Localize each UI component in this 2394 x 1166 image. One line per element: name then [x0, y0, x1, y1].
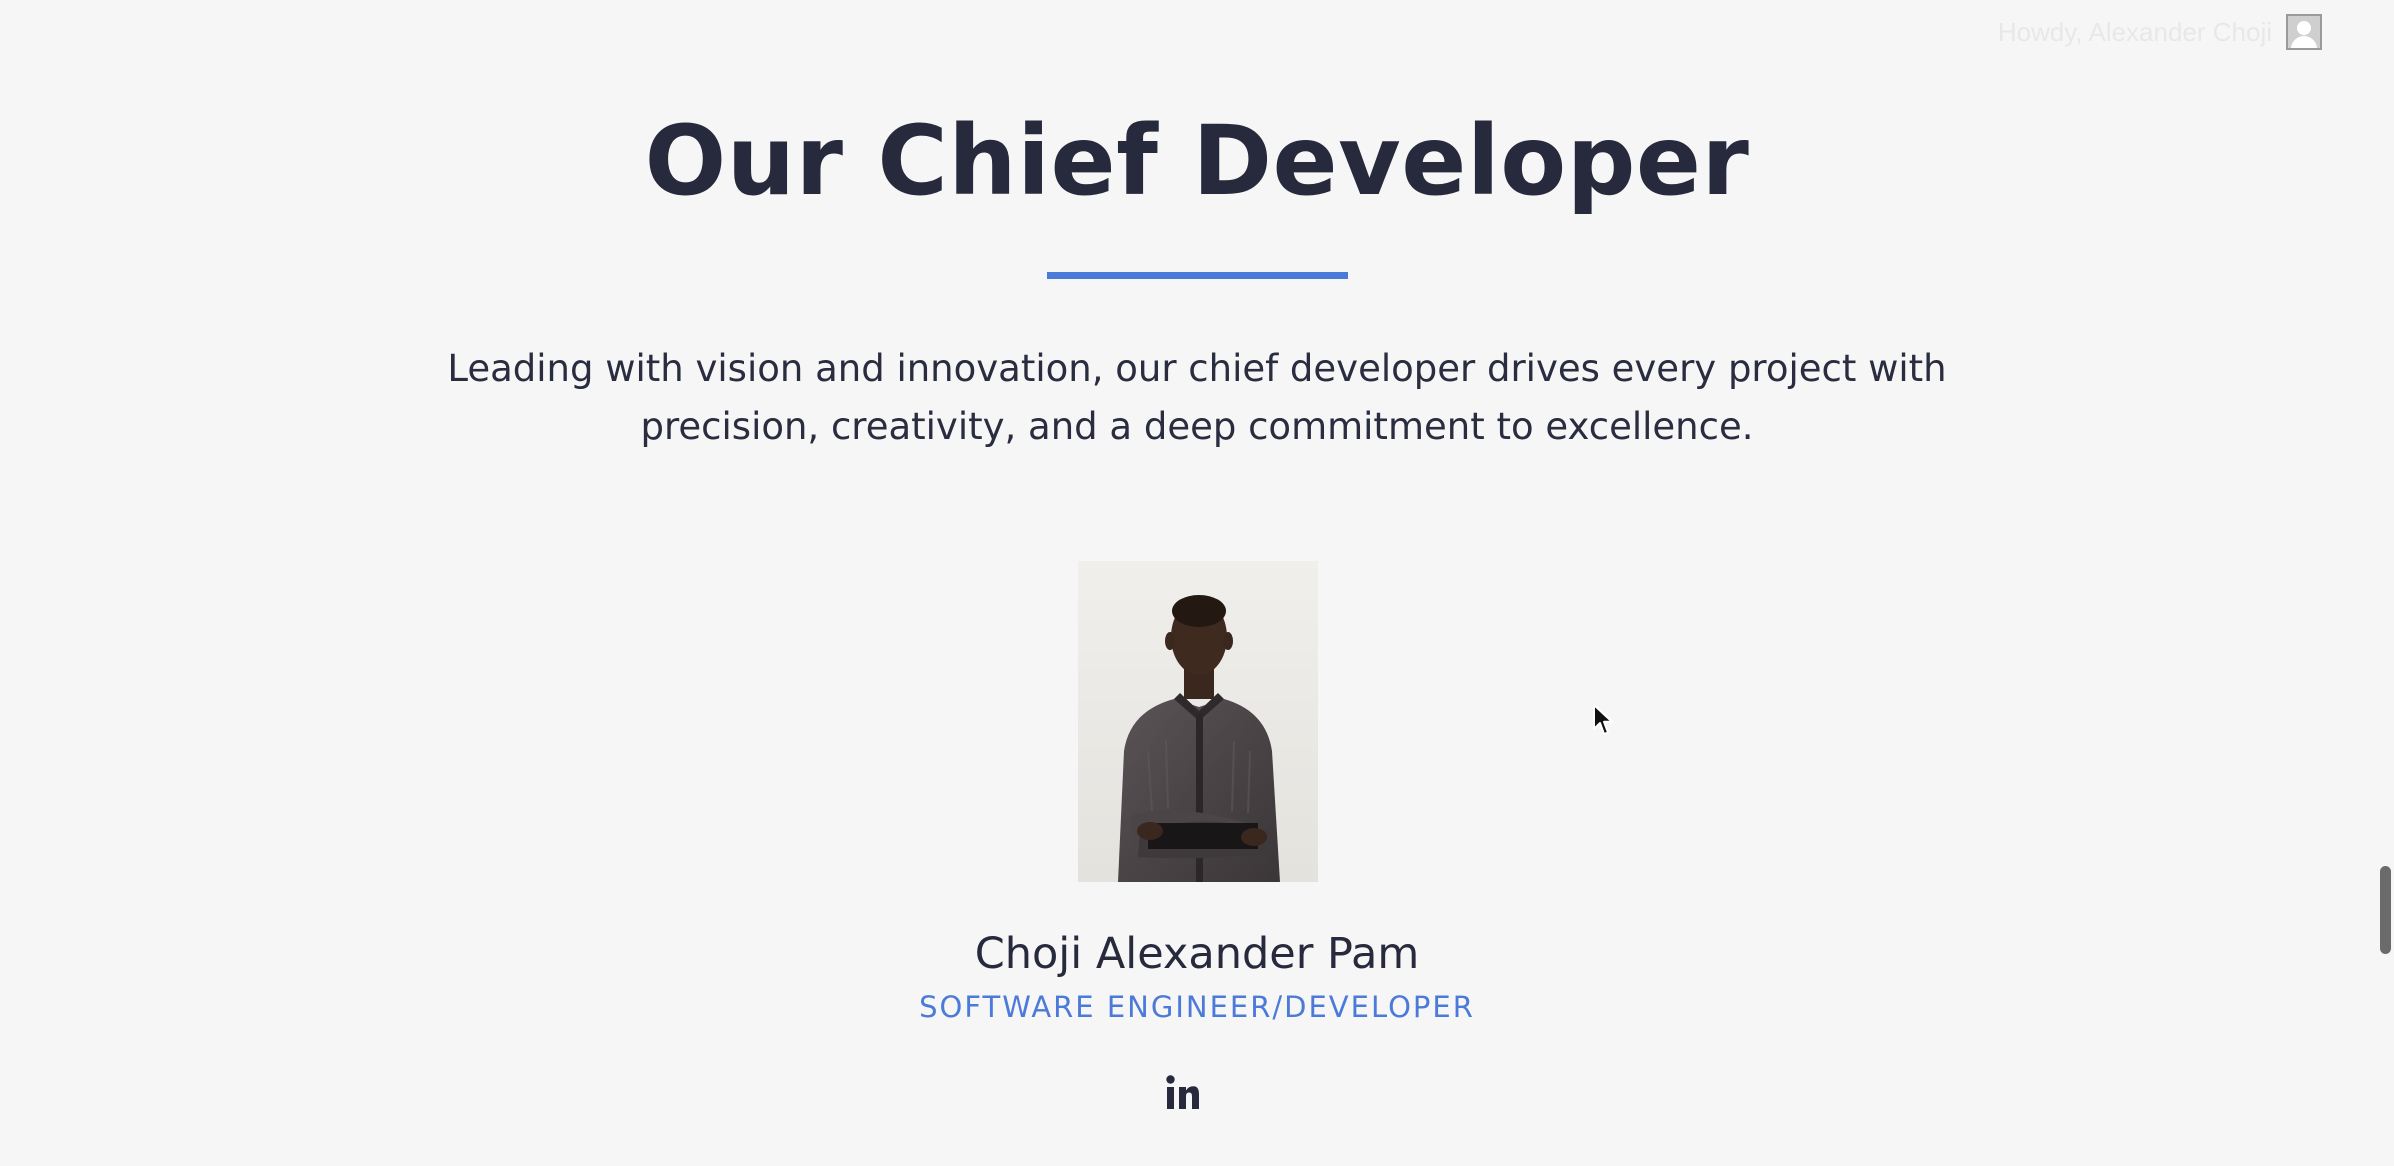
- title-underline-divider: [1047, 272, 1348, 279]
- developer-name: Choji Alexander Pam: [974, 929, 1420, 979]
- mouse-pointer-icon: [1593, 704, 1613, 735]
- developer-role: SOFTWARE ENGINEER/DEVELOPER: [919, 990, 1475, 1024]
- user-avatar-icon[interactable]: [2286, 14, 2322, 50]
- page-scrollbar[interactable]: [2378, 0, 2394, 1166]
- developer-portrait-photo: [1078, 561, 1318, 882]
- section-title: Our Chief Developer: [644, 105, 1750, 217]
- linkedin-icon[interactable]: [1165, 1074, 1201, 1112]
- section-lead-paragraph: Leading with vision and innovation, our …: [447, 347, 1947, 448]
- scrollbar-thumb[interactable]: [2380, 866, 2391, 954]
- admin-greeting-text[interactable]: Howdy, Alexander Choji: [1998, 17, 2272, 48]
- admin-account-menu[interactable]: Howdy, Alexander Choji: [1998, 14, 2322, 50]
- page: Howdy, Alexander Choji Our Chief Develop…: [0, 0, 2394, 1166]
